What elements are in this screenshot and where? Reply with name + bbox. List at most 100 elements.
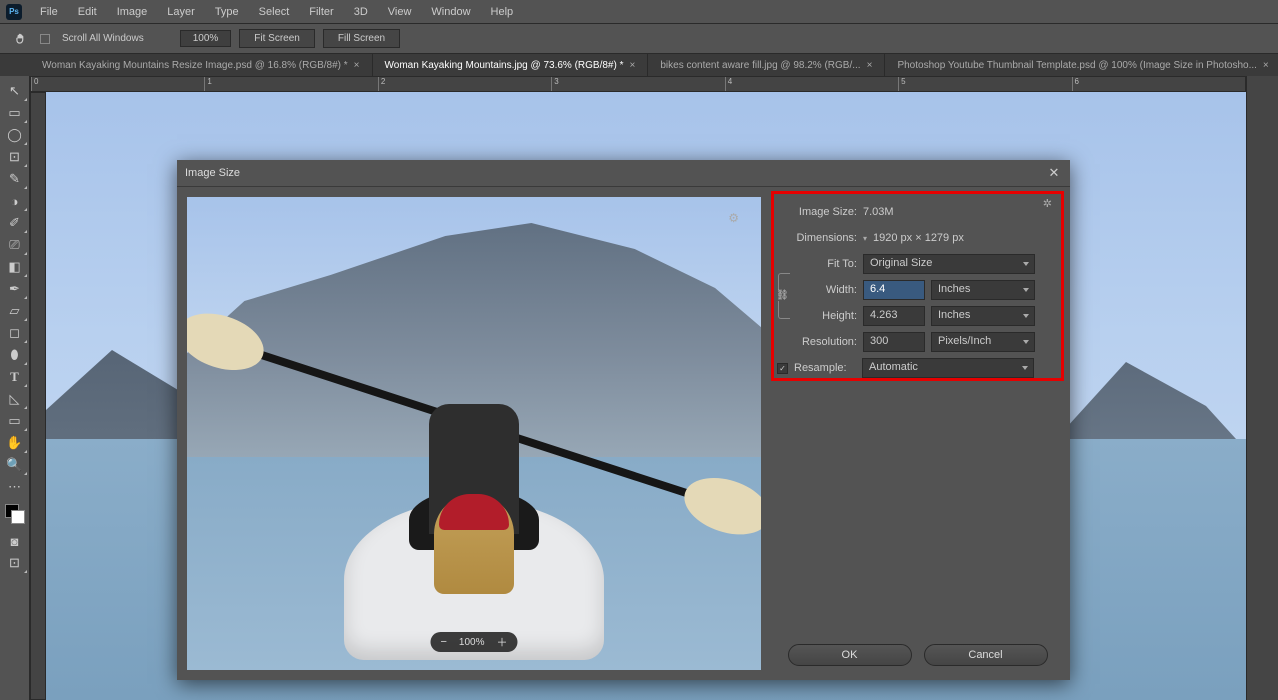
quickmask-icon[interactable]: ◙ — [2, 530, 28, 552]
shape-tool-icon[interactable]: ◻ — [2, 322, 28, 344]
fit-to-label: Fit To: — [777, 258, 857, 270]
menu-layer[interactable]: Layer — [157, 2, 205, 22]
image-size-dialog: Image Size ✕ ⚙ − 100% ＋ ✲ — [177, 160, 1070, 680]
close-icon[interactable]: × — [867, 60, 873, 71]
link-icon[interactable]: ⛓ — [775, 290, 790, 301]
menu-edit[interactable]: Edit — [68, 2, 107, 22]
document-tab[interactable]: bikes content aware fill.jpg @ 98.2% (RG… — [648, 54, 885, 76]
preview-zoom-control[interactable]: − 100% ＋ — [430, 632, 517, 652]
lasso-tool-icon[interactable]: ◯ — [2, 124, 28, 146]
zoom-out-icon[interactable]: − — [440, 636, 446, 648]
resolution-input[interactable]: 300 — [863, 332, 925, 352]
zoom-tool-icon[interactable]: 🔍 — [2, 454, 28, 476]
right-panel-dock[interactable] — [1246, 76, 1278, 700]
document-tab[interactable]: Woman Kayaking Mountains Resize Image.ps… — [30, 54, 373, 76]
preview-image[interactable]: ⚙ − 100% ＋ — [187, 197, 761, 670]
image-size-value: 7.03M — [863, 206, 894, 218]
document-tab[interactable]: Photoshop Youtube Thumbnail Template.psd… — [885, 54, 1278, 76]
document-tab-label: Woman Kayaking Mountains Resize Image.ps… — [42, 60, 348, 71]
ruler-mark: 5 — [898, 77, 1071, 91]
menu-filter[interactable]: Filter — [299, 2, 343, 22]
resolution-label: Resolution: — [777, 336, 857, 348]
app-logo: Ps — [6, 4, 22, 20]
pen-tool-icon[interactable]: ✒ — [2, 278, 28, 300]
type-tool-icon[interactable]: T — [2, 366, 28, 388]
settings-pane: ✲ Image Size: 7.03M Dimensions: ▾ 1920 p… — [771, 187, 1070, 680]
width-input[interactable]: 6.4 — [863, 280, 925, 300]
heal-tool-icon[interactable]: ◑ — [2, 190, 28, 212]
hand-tool-icon[interactable]: ✋ — [2, 432, 28, 454]
menu-3d[interactable]: 3D — [344, 2, 378, 22]
gradient-tool-icon[interactable]: ◧ — [2, 256, 28, 278]
ruler-vertical — [30, 92, 46, 700]
settings-gear-icon[interactable]: ⚙ — [728, 211, 739, 225]
clone-tool-icon[interactable]: ⎚ — [2, 234, 28, 256]
gear-icon[interactable]: ✲ — [1043, 197, 1052, 210]
document-tab-label: Photoshop Youtube Thumbnail Template.psd… — [897, 60, 1256, 71]
width-unit-dropdown[interactable]: Inches — [931, 280, 1035, 300]
close-icon[interactable]: × — [1263, 60, 1269, 71]
height-unit-dropdown[interactable]: Inches — [931, 306, 1035, 326]
fit-screen-button[interactable]: Fit Screen — [239, 29, 315, 48]
resample-checkbox[interactable]: ✓ — [777, 363, 788, 374]
resolution-unit-dropdown[interactable]: Pixels/Inch — [931, 332, 1035, 352]
cancel-button[interactable]: Cancel — [924, 644, 1048, 666]
path-tool-icon[interactable]: ◺ — [2, 388, 28, 410]
scroll-all-label: Scroll All Windows — [62, 33, 144, 44]
resample-dropdown[interactable]: Automatic — [862, 358, 1034, 378]
menu-view[interactable]: View — [378, 2, 422, 22]
dimensions-value: 1920 px × 1279 px — [873, 232, 964, 244]
close-icon[interactable]: ✕ — [1046, 165, 1062, 181]
chevron-down-icon[interactable]: ▾ — [863, 234, 867, 243]
rect-tool-icon[interactable]: ▭ — [2, 410, 28, 432]
preview-zoom-value: 100% — [459, 637, 485, 648]
document-tab[interactable]: Woman Kayaking Mountains.jpg @ 73.6% (RG… — [373, 54, 649, 76]
options-bar: Scroll All Windows 100% Fit Screen Fill … — [0, 24, 1278, 54]
scroll-all-checkbox[interactable] — [40, 34, 50, 44]
dimensions-label: Dimensions: — [777, 232, 857, 244]
link-constraint-bracket: ⛓ — [778, 273, 790, 319]
dialog-title: Image Size — [185, 167, 240, 179]
document-tab-label: Woman Kayaking Mountains.jpg @ 73.6% (RG… — [385, 60, 624, 71]
move-tool-icon[interactable]: ↖ — [2, 80, 28, 102]
ruler-mark: 2 — [378, 77, 551, 91]
menu-type[interactable]: Type — [205, 2, 249, 22]
tab-bar: Woman Kayaking Mountains Resize Image.ps… — [0, 54, 1278, 76]
hand-tool-icon[interactable] — [10, 28, 32, 50]
menu-image[interactable]: Image — [107, 2, 158, 22]
ruler-mark: 3 — [551, 77, 724, 91]
ruler-mark: 6 — [1072, 77, 1245, 91]
ruler-horizontal: 0 1 2 3 4 5 6 — [30, 76, 1246, 92]
ruler-mark: 1 — [204, 77, 377, 91]
eraser-tool-icon[interactable]: ▱ — [2, 300, 28, 322]
zoom-field[interactable]: 100% — [180, 30, 232, 47]
ruler-mark: 0 — [31, 77, 204, 91]
dodge-tool-icon[interactable]: ⬮ — [2, 344, 28, 366]
menu-file[interactable]: File — [30, 2, 68, 22]
menu-select[interactable]: Select — [249, 2, 300, 22]
close-icon[interactable]: × — [630, 60, 636, 71]
zoom-in-icon[interactable]: ＋ — [497, 634, 508, 650]
document-tab-label: bikes content aware fill.jpg @ 98.2% (RG… — [660, 60, 860, 71]
crop-tool-icon[interactable]: ⊡ — [2, 146, 28, 168]
menu-window[interactable]: Window — [421, 2, 480, 22]
dialog-titlebar[interactable]: Image Size ✕ — [177, 160, 1070, 187]
marquee-tool-icon[interactable]: ▭ — [2, 102, 28, 124]
close-icon[interactable]: × — [354, 60, 360, 71]
menu-help[interactable]: Help — [481, 2, 524, 22]
image-size-label: Image Size: — [777, 206, 857, 218]
screenmode-icon[interactable]: ⊡ — [2, 552, 28, 574]
fill-screen-button[interactable]: Fill Screen — [323, 29, 400, 48]
ruler-mark: 4 — [725, 77, 898, 91]
preview-pane: ⚙ − 100% ＋ — [177, 187, 771, 680]
menubar: Ps File Edit Image Layer Type Select Fil… — [0, 0, 1278, 24]
toolbox: ↖ ▭ ◯ ⊡ ✎ ◑ ✐ ⎚ ◧ ✒ ▱ ◻ ⬮ T ◺ ▭ ✋ 🔍 ⋯ ◙ … — [0, 76, 30, 700]
brush-tool-icon[interactable]: ✐ — [2, 212, 28, 234]
height-input[interactable]: 4.263 — [863, 306, 925, 326]
ok-button[interactable]: OK — [788, 644, 912, 666]
eyedropper-tool-icon[interactable]: ✎ — [2, 168, 28, 190]
fit-to-dropdown[interactable]: Original Size — [863, 254, 1035, 274]
more-icon[interactable]: ⋯ — [2, 476, 28, 498]
resample-label: Resample: — [794, 362, 856, 374]
color-swatches[interactable] — [5, 504, 25, 524]
